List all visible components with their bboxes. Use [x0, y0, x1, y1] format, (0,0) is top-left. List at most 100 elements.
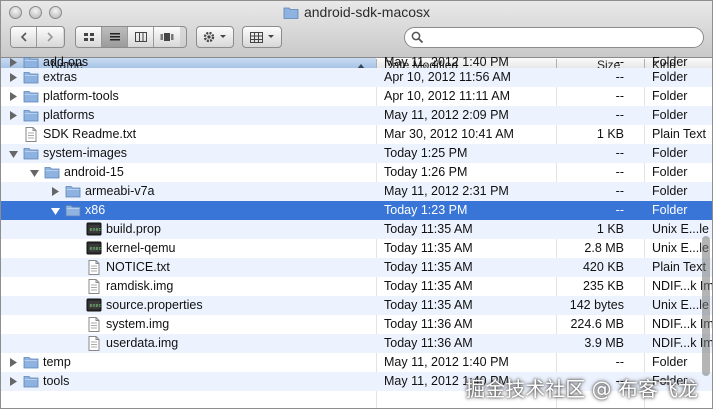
file-row[interactable]: exec build.prop Today 11:35 AM 1 KB Unix E..…	[1, 220, 712, 239]
search-icon	[411, 31, 424, 44]
date-modified: Today 11:36 AM	[384, 317, 473, 331]
coverflow-view-button[interactable]	[154, 27, 180, 47]
file-kind: Folder	[652, 184, 688, 198]
file-name: system-images	[43, 146, 128, 160]
file-name: android-15	[64, 165, 124, 179]
list-view-button[interactable]	[102, 27, 128, 47]
file-size: 1 KB	[596, 222, 624, 236]
disclosure-closed-icon[interactable]	[7, 372, 19, 391]
column-view-button[interactable]	[128, 27, 154, 47]
file-size: --	[615, 70, 624, 84]
file-row[interactable]: platform-tools Apr 10, 2012 11:11 AM -- Fol…	[1, 87, 712, 106]
folder-icon	[65, 203, 81, 218]
date-modified: Today 11:35 AM	[384, 241, 473, 255]
file-row[interactable]: userdata.img Today 11:36 AM 3.9 MB NDIF...k…	[1, 334, 712, 353]
disclosure-open-icon[interactable]	[28, 163, 40, 182]
folder-icon	[283, 6, 299, 22]
folder-icon	[23, 70, 39, 85]
file-row[interactable]: ramdisk.img Today 11:35 AM 235 KB NDIF...k …	[1, 277, 712, 296]
date-modified: Apr 10, 2012 11:56 AM	[384, 70, 511, 84]
document-icon	[86, 279, 102, 294]
folder-icon	[23, 146, 39, 161]
file-size: 235 KB	[582, 279, 624, 293]
file-row[interactable]: system.img Today 11:36 AM 224.6 MB NDIF...k…	[1, 315, 712, 334]
file-row[interactable]: temp May 11, 2012 1:40 PM -- Folder	[1, 353, 712, 372]
document-icon	[23, 127, 39, 142]
file-name: NOTICE.txt	[106, 260, 170, 274]
folder-icon	[65, 184, 81, 199]
svg-text:exec: exec	[90, 227, 102, 233]
file-name: tools	[43, 374, 70, 388]
back-forward-control[interactable]	[10, 26, 65, 48]
file-row[interactable]: NOTICE.txt Today 11:35 AM 420 KB Plain Text	[1, 258, 712, 277]
file-row[interactable]: extras Apr 10, 2012 11:56 AM -- Folder	[1, 68, 712, 87]
title-bar: android-sdk-macosx	[1, 1, 712, 58]
file-size: 420 KB	[582, 260, 624, 274]
folder-icon	[23, 355, 39, 370]
svg-text:exec: exec	[90, 303, 102, 309]
action-button[interactable]	[196, 26, 234, 48]
file-size: 1 KB	[596, 127, 624, 141]
file-row[interactable]: platforms May 11, 2012 2:09 PM -- Folder	[1, 106, 712, 125]
file-size: --	[615, 146, 624, 160]
file-row[interactable]: system-images Today 1:25 PM -- Folder	[1, 144, 712, 163]
date-modified: Today 11:35 AM	[384, 260, 473, 274]
file-row[interactable]: x86 Today 1:23 PM -- Folder	[1, 201, 712, 220]
search-input[interactable]	[427, 29, 701, 48]
forward-button[interactable]	[37, 27, 63, 47]
window-title-text: android-sdk-macosx	[303, 4, 431, 20]
date-modified: Today 11:35 AM	[384, 298, 473, 312]
disclosure-open-icon[interactable]	[7, 144, 19, 163]
chevron-down-icon	[267, 35, 274, 38]
disclosure-closed-icon[interactable]	[49, 182, 61, 201]
file-size: --	[615, 108, 624, 122]
search-field[interactable]	[404, 27, 704, 48]
executable-icon: exec	[86, 298, 102, 313]
file-name: SDK Readme.txt	[43, 127, 137, 141]
vertical-scrollbar[interactable]	[702, 236, 710, 376]
disclosure-closed-icon[interactable]	[7, 68, 19, 87]
file-name: system.img	[106, 317, 170, 331]
document-icon	[86, 317, 102, 332]
date-modified: Today 11:36 AM	[384, 336, 473, 350]
chevron-down-icon	[220, 35, 226, 38]
arrange-button[interactable]	[242, 26, 282, 48]
file-kind: Plain Text	[652, 127, 706, 141]
file-size: 3.9 MB	[584, 336, 624, 350]
file-row[interactable]: exec kernel-qemu Today 11:35 AM 2.8 MB Unix …	[1, 239, 712, 258]
disclosure-closed-icon[interactable]	[7, 106, 19, 125]
file-kind: Folder	[652, 203, 688, 217]
file-kind: Folder	[652, 70, 688, 84]
disclosure-open-icon[interactable]	[49, 201, 61, 220]
watermark: 掘金技术社区 @ 布客飞龙	[465, 377, 698, 401]
date-modified: Mar 30, 2012 10:41 AM	[384, 127, 514, 141]
date-modified: Today 11:35 AM	[384, 222, 473, 236]
back-button[interactable]	[11, 27, 37, 47]
date-modified: Today 1:25 PM	[384, 146, 468, 160]
file-row[interactable]: SDK Readme.txt Mar 30, 2012 10:41 AM 1 KB P…	[1, 125, 712, 144]
chevron-right-icon	[47, 32, 54, 42]
folder-icon	[23, 108, 39, 123]
view-mode-control[interactable]	[75, 26, 187, 48]
icon-view-button[interactable]	[76, 27, 102, 47]
file-size: --	[615, 165, 624, 179]
date-modified: Today 1:23 PM	[384, 203, 468, 217]
chevron-left-icon	[20, 32, 27, 42]
date-modified: Today 1:26 PM	[384, 165, 468, 179]
finder-window: android-sdk-macosx Name Date Modified Si…	[0, 0, 713, 409]
file-row[interactable]: armeabi-v7a May 11, 2012 2:31 PM -- Folder	[1, 182, 712, 201]
file-row[interactable]: android-15 Today 1:26 PM -- Folder	[1, 163, 712, 182]
file-row[interactable]: exec source.properties Today 11:35 AM 142 b…	[1, 296, 712, 315]
document-icon	[86, 336, 102, 351]
file-name: build.prop	[106, 222, 161, 236]
folder-icon	[44, 165, 60, 180]
disclosure-closed-icon[interactable]	[7, 353, 19, 372]
file-size: 142 bytes	[569, 298, 624, 312]
disclosure-closed-icon[interactable]	[7, 87, 19, 106]
folder-icon	[23, 89, 39, 104]
file-name: ramdisk.img	[106, 279, 174, 293]
file-name: kernel-qemu	[106, 241, 176, 255]
date-modified: Apr 10, 2012 11:11 AM	[384, 89, 511, 103]
grid-icon	[249, 31, 263, 43]
coverflow-view-icon	[160, 33, 174, 41]
